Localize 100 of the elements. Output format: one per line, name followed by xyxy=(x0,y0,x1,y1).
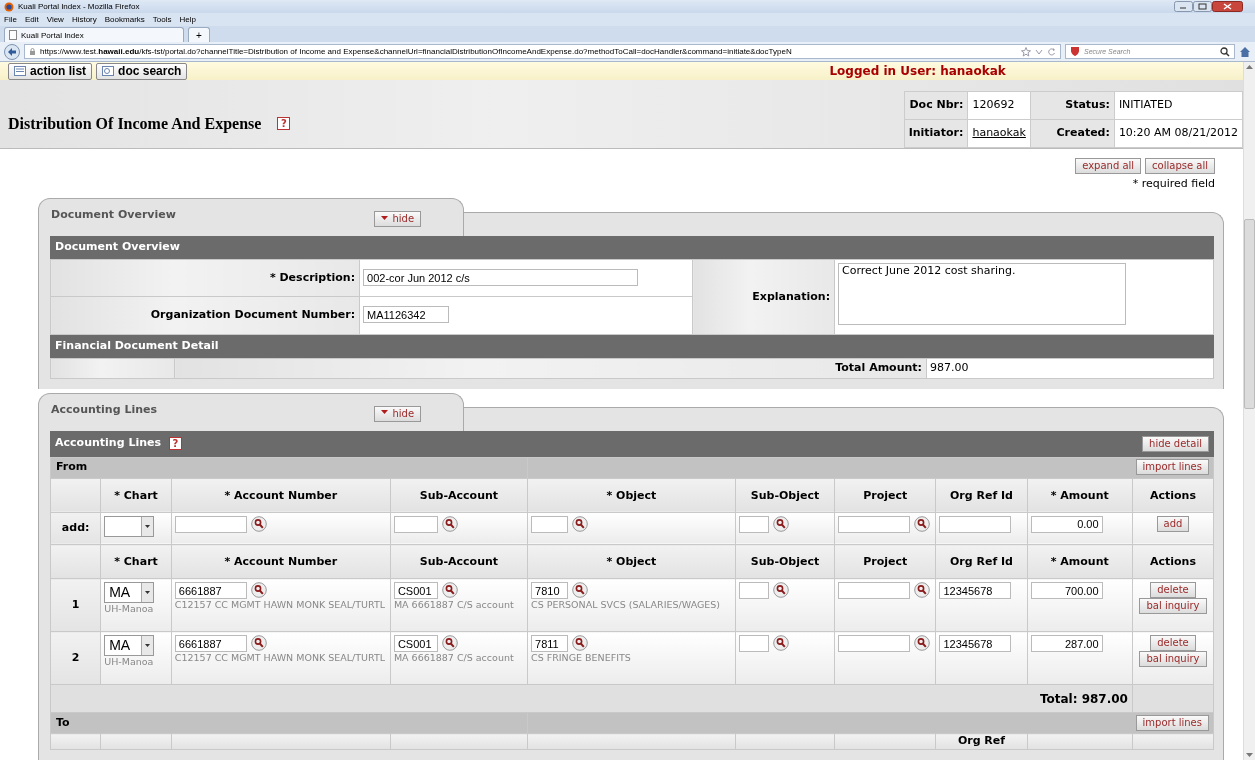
back-icon[interactable] xyxy=(4,43,20,60)
input-field[interactable]: 6661887 xyxy=(174,582,247,599)
search-icon[interactable] xyxy=(250,635,267,651)
input-field[interactable]: 7811 xyxy=(531,635,569,652)
menu-item[interactable]: History xyxy=(71,15,97,24)
hide-button[interactable]: hide xyxy=(374,211,422,227)
sub-account-name: MA 6661887 C/S account xyxy=(393,599,515,610)
section-header: Accounting Lines xyxy=(55,435,161,452)
field-label: Organization Document Number: xyxy=(50,296,360,334)
input-field[interactable] xyxy=(838,515,911,533)
column-header: Sub-Object xyxy=(735,478,835,512)
browser-tab[interactable]: Kuali Portal Index xyxy=(4,27,184,42)
document-number-field[interactable]: MA1126342 xyxy=(363,306,450,324)
input-field[interactable] xyxy=(531,515,569,533)
search-icon[interactable] xyxy=(441,515,458,532)
minimize-icon[interactable] xyxy=(1174,1,1193,12)
address-field[interactable]: https://www.test.hawaii.edu/kfs-tst/portal.do?channelTitle=Distribution of Income and Expense&channelUrl=financialDistributionOfIncomeAndExpense.do?methodToCall=docHandler&command=initiate&docTypeN xyxy=(24,44,1061,59)
toolbar-button[interactable]: doc search xyxy=(96,62,188,80)
column-header: Sub-Account xyxy=(390,478,528,512)
scroll-up-icon[interactable] xyxy=(1246,65,1253,69)
column-header: Org Ref Id xyxy=(935,544,1028,579)
description-field[interactable]: 002-cor Jun 2012 c/s xyxy=(363,269,639,287)
search-icon[interactable] xyxy=(572,515,589,532)
caret-icon xyxy=(145,524,151,528)
input-field[interactable]: CS001 xyxy=(393,582,438,599)
menu-item[interactable]: Tools xyxy=(152,15,172,24)
input-field[interactable] xyxy=(838,635,911,652)
hide-button[interactable]: hide xyxy=(374,405,422,422)
add-button[interactable]: add xyxy=(1156,515,1190,532)
triangle-icon xyxy=(381,410,389,417)
action-button[interactable]: bal inquiry xyxy=(1139,651,1207,667)
object-name: CS PERSONAL SVCS (SALARIES/WAGES) xyxy=(531,599,722,610)
toolbar-button[interactable]: action list xyxy=(8,62,93,80)
scroll-down-icon[interactable] xyxy=(1246,753,1253,757)
search-icon[interactable] xyxy=(441,582,458,598)
column-header: Org Ref xyxy=(957,734,1006,747)
reload-icon[interactable] xyxy=(1047,47,1056,56)
line-number: 1 xyxy=(71,597,80,611)
section-tab[interactable]: Accounting Lines hide xyxy=(38,392,465,431)
input-field[interactable] xyxy=(738,582,769,599)
input-field[interactable] xyxy=(939,515,1012,533)
action-button[interactable]: delete xyxy=(1150,582,1196,598)
menu-item[interactable]: Bookmarks xyxy=(104,15,145,24)
field-label: Doc Nbr: xyxy=(904,91,968,119)
import-lines-button[interactable]: import lines xyxy=(1135,714,1209,731)
search-icon[interactable] xyxy=(772,635,789,651)
search-icon[interactable] xyxy=(250,582,267,598)
search-icon[interactable] xyxy=(441,635,458,651)
input-field[interactable]: 12345678 xyxy=(939,635,1012,652)
menu-item[interactable]: File xyxy=(4,15,17,24)
search-icon[interactable] xyxy=(1220,46,1230,57)
action-button[interactable]: delete xyxy=(1150,635,1196,651)
amount-field[interactable]: 0.00 xyxy=(1030,515,1103,533)
star-icon[interactable] xyxy=(1021,46,1031,57)
section-tab[interactable]: Document Overview hide xyxy=(38,198,465,236)
input-field[interactable] xyxy=(738,635,769,652)
input-field[interactable] xyxy=(174,515,247,533)
search-icon[interactable] xyxy=(572,582,589,598)
chart-select[interactable]: MA xyxy=(104,635,155,656)
menu-item[interactable]: Help xyxy=(179,15,196,24)
search-icon[interactable] xyxy=(914,635,931,651)
scroll-thumb[interactable] xyxy=(1244,219,1255,409)
page-button[interactable]: expand all xyxy=(1075,157,1142,174)
import-lines-button[interactable]: import lines xyxy=(1135,459,1209,476)
section-header: Document Overview xyxy=(50,236,1214,259)
amount-field[interactable]: 700.00 xyxy=(1030,582,1103,599)
chart-name: UH-Manoa xyxy=(104,603,155,614)
column-header: * Amount xyxy=(1027,478,1133,512)
action-button[interactable]: bal inquiry xyxy=(1139,598,1207,614)
help-icon[interactable]: ? xyxy=(169,437,182,450)
menu-item[interactable]: Edit xyxy=(24,15,39,24)
dropdown-icon[interactable] xyxy=(1035,47,1043,56)
input-field[interactable] xyxy=(393,515,438,533)
explanation-field[interactable]: Correct June 2012 cost sharing. xyxy=(838,263,1127,325)
help-icon[interactable]: ? xyxy=(277,117,291,131)
close-icon[interactable] xyxy=(1212,1,1243,12)
field-value: 10:20 AM 08/21/2012 xyxy=(1118,125,1238,139)
amount-field[interactable]: 287.00 xyxy=(1030,635,1103,652)
input-field[interactable] xyxy=(838,582,911,599)
chart-select[interactable] xyxy=(104,515,155,537)
home-icon[interactable] xyxy=(1239,45,1251,58)
search-icon[interactable] xyxy=(250,515,267,532)
input-field[interactable]: 6661887 xyxy=(174,635,247,652)
search-icon[interactable] xyxy=(914,582,931,598)
search-icon[interactable] xyxy=(572,635,589,651)
input-field[interactable] xyxy=(738,515,769,533)
new-tab-button[interactable]: + xyxy=(188,27,210,42)
page-button[interactable]: collapse all xyxy=(1145,157,1215,174)
menu-item[interactable]: View xyxy=(46,15,64,24)
search-icon[interactable] xyxy=(914,515,931,532)
search-icon[interactable] xyxy=(772,582,789,598)
input-field[interactable]: CS001 xyxy=(393,635,438,652)
scrollbar[interactable] xyxy=(1243,62,1255,760)
maximize-icon[interactable] xyxy=(1193,1,1212,12)
document-search-icon xyxy=(102,65,115,77)
chart-select[interactable]: MA xyxy=(104,582,155,603)
hide-detail-button[interactable]: hide detail xyxy=(1142,435,1209,452)
input-field[interactable]: 7810 xyxy=(531,582,569,599)
input-field[interactable]: 12345678 xyxy=(939,582,1012,599)
search-icon[interactable] xyxy=(772,515,789,532)
